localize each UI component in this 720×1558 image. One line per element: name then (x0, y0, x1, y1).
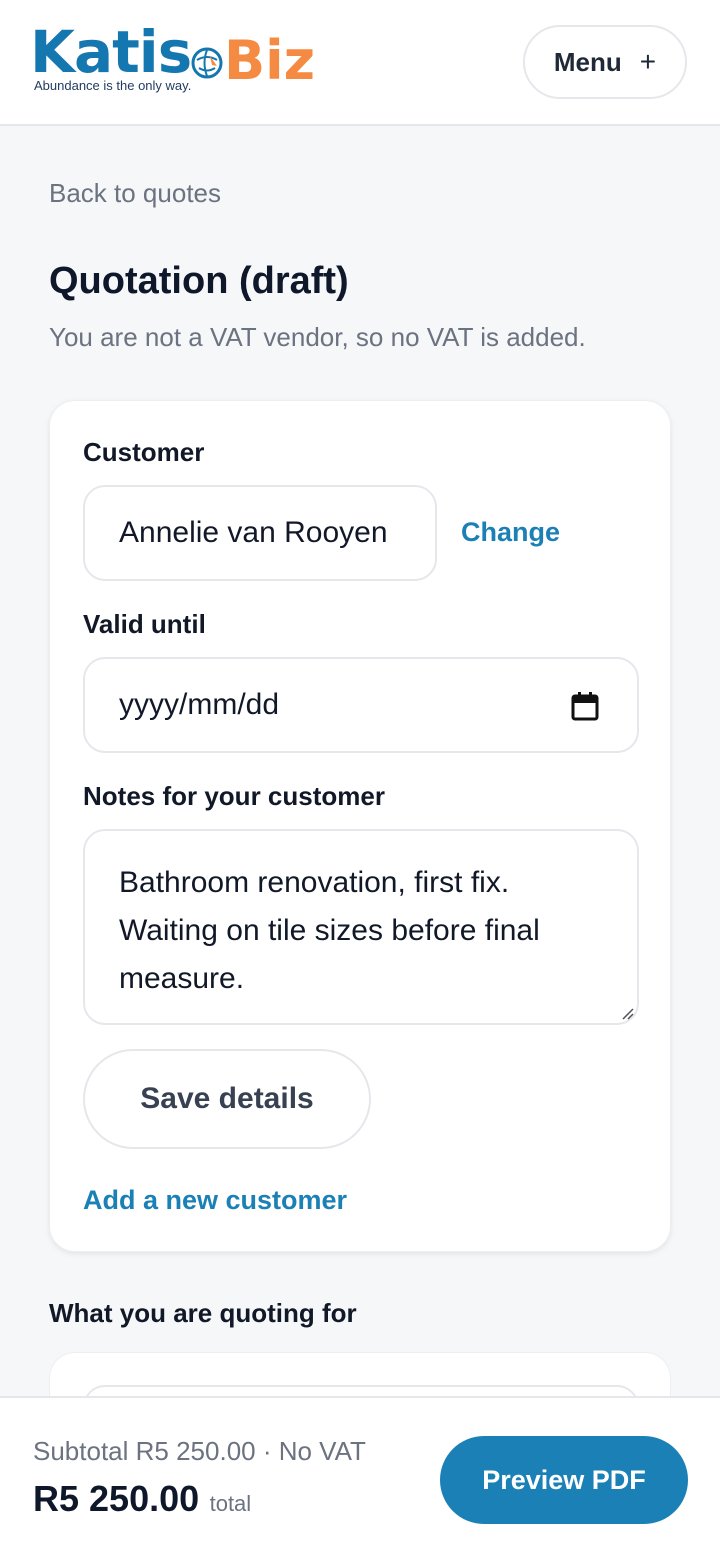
katisbiz-logo[interactable]: Katis Biz Abundance is the only way. (30, 20, 330, 100)
total-amount: R5 250.00 (33, 1478, 200, 1519)
quote-details-card: Customer Annelie van Rooyen Change Valid… (49, 400, 671, 1252)
total-word: total (209, 1491, 252, 1516)
back-to-quotes-link[interactable]: Back to quotes (49, 178, 221, 209)
notes-textarea[interactable]: Bathroom renovation, first fix. Waiting … (83, 829, 639, 1025)
notes-text: Bathroom renovation, first fix. Waiting … (119, 866, 540, 995)
logo-tagline: Abundance is the only way. (34, 78, 192, 93)
menu-label: Menu (553, 46, 622, 77)
total-line: R5 250.00 total (33, 1478, 251, 1520)
menu-button[interactable]: Menu + (523, 25, 687, 99)
plus-icon: + (639, 46, 657, 77)
resize-handle-icon[interactable] (619, 1005, 635, 1021)
logo-katis-text: Katis (30, 18, 192, 86)
calendar-icon[interactable] (571, 691, 599, 721)
valid-until-label: Valid until (83, 609, 206, 639)
globe-icon (191, 47, 223, 79)
change-customer-link[interactable]: Change (461, 517, 560, 548)
subtotal-text: Subtotal R5 250.00 · No VAT (33, 1436, 366, 1466)
app-header: Katis Biz Abundance is the only way. Men… (0, 0, 720, 126)
totals-footer: Subtotal R5 250.00 · No VAT R5 250.00 to… (0, 1396, 720, 1558)
logo-biz-text: Biz (224, 29, 316, 92)
add-new-customer-link[interactable]: Add a new customer (83, 1185, 347, 1216)
valid-until-date-input[interactable]: yyyy/mm/dd (83, 657, 639, 753)
preview-pdf-button[interactable]: Preview PDF (440, 1436, 688, 1524)
customer-field[interactable]: Annelie van Rooyen (83, 485, 437, 581)
customer-label: Customer (83, 437, 205, 467)
notes-label: Notes for your customer (83, 781, 385, 811)
vat-note: You are not a VAT vendor, so no VAT is a… (49, 322, 586, 352)
date-placeholder: yyyy/mm/dd (119, 688, 280, 721)
quoting-for-heading: What you are quoting for (49, 1298, 357, 1328)
save-details-button[interactable]: Save details (83, 1049, 371, 1149)
page-title: Quotation (draft) (49, 260, 349, 302)
